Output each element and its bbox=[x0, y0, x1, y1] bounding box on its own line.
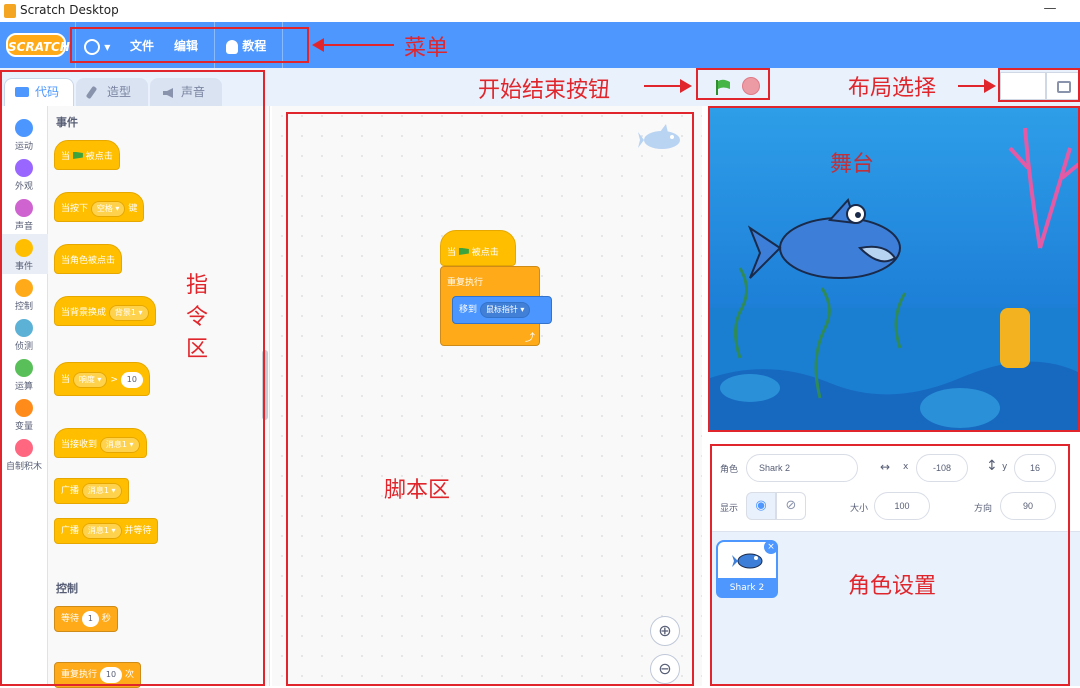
window-titlebar: Scratch Desktop — bbox=[0, 0, 1080, 22]
layout-highlight bbox=[998, 68, 1080, 102]
start-stop-highlight bbox=[696, 68, 770, 100]
sprite-settings-highlight bbox=[710, 444, 1070, 686]
scratch-logo[interactable]: SCRATCH bbox=[6, 33, 70, 57]
menu-arrow bbox=[316, 44, 394, 46]
arrow-head-icon bbox=[312, 38, 324, 52]
arrow-head-icon bbox=[680, 79, 692, 93]
menu-highlight bbox=[70, 27, 309, 63]
stage-highlight bbox=[708, 106, 1080, 432]
sprite-settings-annotation: 角色设置 bbox=[848, 574, 937, 599]
stage-annotation: 舞台 bbox=[830, 152, 875, 177]
app-icon bbox=[4, 4, 16, 18]
minimize-icon[interactable]: — bbox=[1040, 1, 1060, 21]
start-stop-annotation: 开始结束按钮 bbox=[478, 78, 611, 103]
window-title: Scratch Desktop bbox=[20, 3, 119, 17]
script-annotation: 脚本区 bbox=[384, 478, 451, 503]
layout-annotation: 布局选择 bbox=[848, 76, 937, 101]
menu-annotation: 菜单 bbox=[404, 36, 449, 61]
blocks-highlight bbox=[0, 70, 265, 686]
blocks-annotation: 指令区 bbox=[186, 273, 209, 362]
script-highlight bbox=[286, 112, 694, 686]
arrow-head-icon bbox=[984, 79, 996, 93]
